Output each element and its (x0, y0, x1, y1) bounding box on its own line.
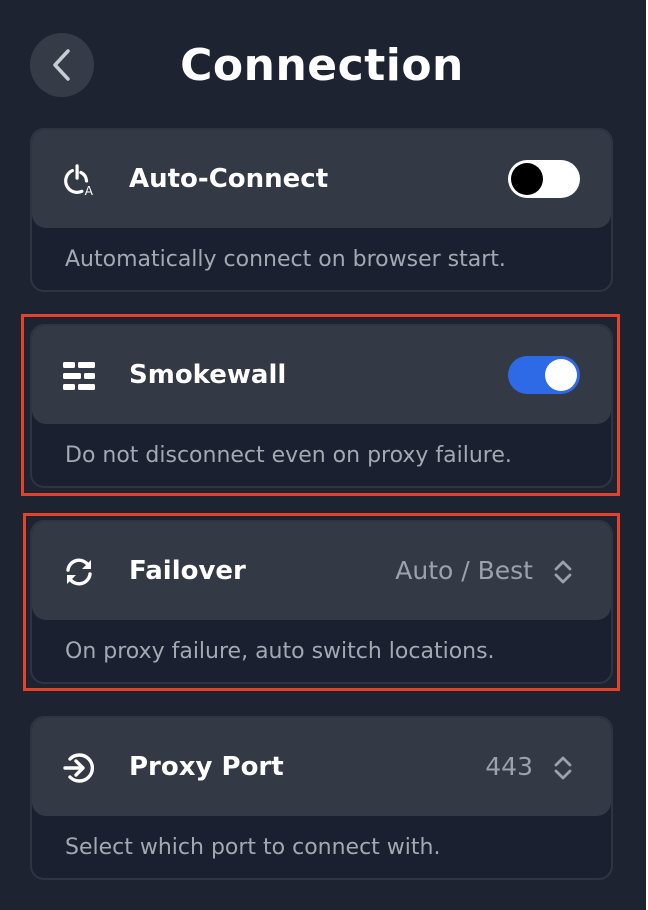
setting-row-smokewall[interactable]: Smokewall (32, 326, 611, 424)
proxy-port-select-value[interactable]: 443 (485, 718, 533, 816)
failover-select-value[interactable]: Auto / Best (395, 522, 533, 620)
svg-text:A: A (85, 184, 94, 198)
header: Connection (0, 0, 648, 130)
smokewall-toggle[interactable] (508, 356, 580, 394)
setting-row-failover[interactable]: Failover Auto / Best (32, 522, 611, 620)
setting-description: Select which port to connect with. (65, 835, 441, 860)
auto-connect-power-icon: A (62, 163, 96, 198)
setting-description: Do not disconnect even on proxy failure. (65, 443, 512, 468)
setting-card-auto-connect: A Auto-Connect Automatically connect on … (30, 128, 613, 292)
setting-row-auto-connect[interactable]: A Auto-Connect (32, 130, 611, 228)
toggle-knob (545, 359, 577, 391)
firewall-bricks-icon (62, 359, 96, 393)
setting-label: Auto-Connect (129, 164, 329, 194)
sign-in-arrow-icon (62, 751, 96, 785)
setting-row-proxy-port[interactable]: Proxy Port 443 (32, 718, 611, 816)
setting-card-smokewall: Smokewall Do not disconnect even on prox… (30, 324, 613, 488)
auto-connect-toggle[interactable] (508, 160, 580, 198)
setting-description: On proxy failure, auto switch locations. (65, 639, 495, 664)
setting-card-proxy-port: Proxy Port 443 Select which port to conn… (30, 716, 613, 880)
setting-description: Automatically connect on browser start. (65, 247, 506, 272)
page-title: Connection (180, 40, 464, 91)
setting-label: Failover (129, 556, 246, 586)
toggle-knob (511, 163, 543, 195)
chevron-up-down-icon[interactable] (551, 755, 575, 781)
setting-label: Proxy Port (129, 752, 284, 782)
setting-card-failover: Failover Auto / Best On proxy failure, a… (30, 520, 613, 684)
setting-label: Smokewall (129, 360, 287, 390)
refresh-cycle-icon (62, 555, 96, 589)
chevron-up-down-icon[interactable] (551, 559, 575, 585)
